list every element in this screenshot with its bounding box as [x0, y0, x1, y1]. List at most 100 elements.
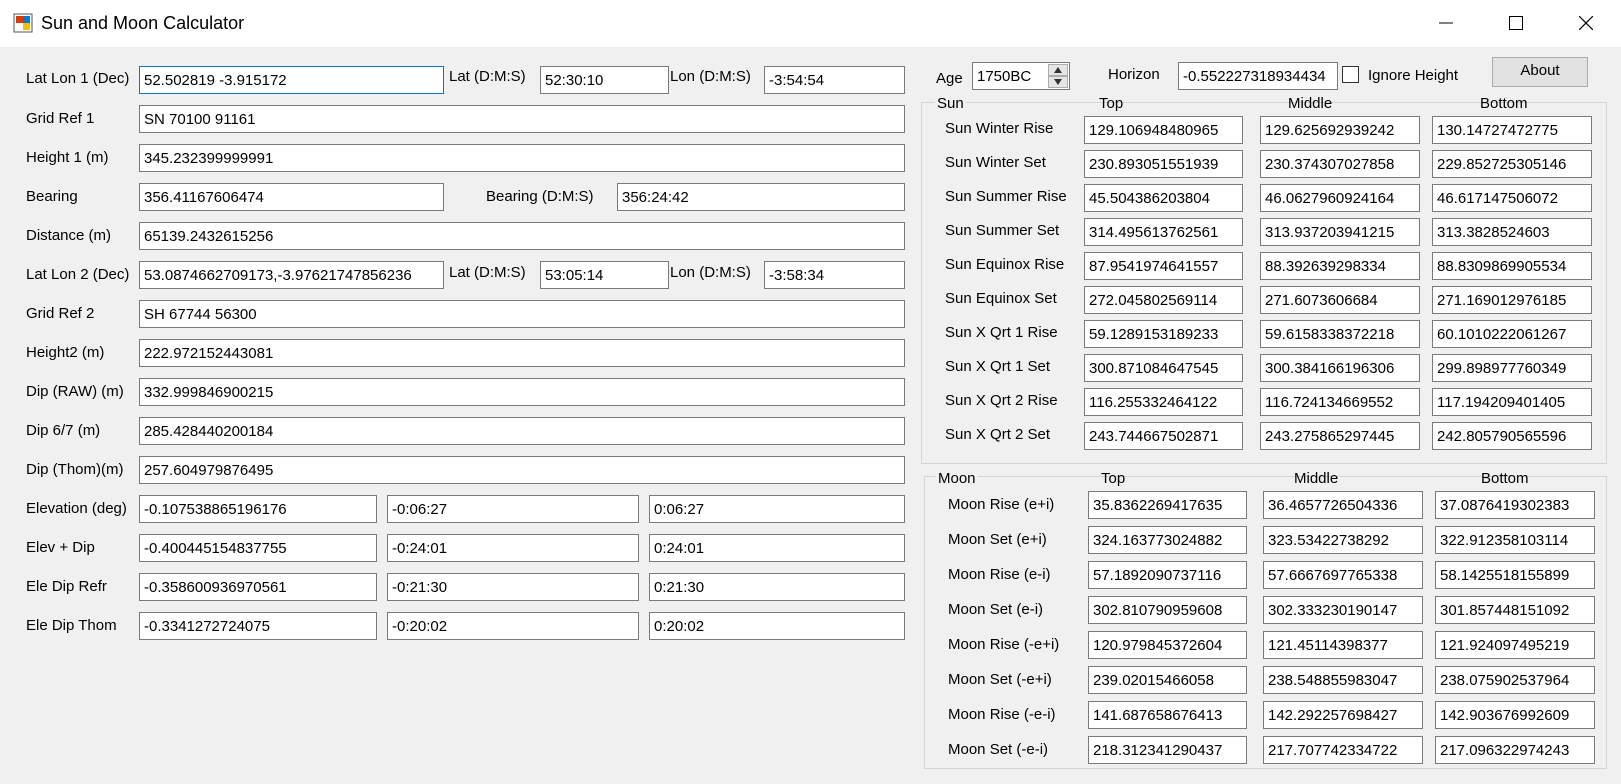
sun-middle-input[interactable]	[1260, 218, 1420, 246]
horizon-input[interactable]	[1178, 62, 1338, 90]
dip-raw-input[interactable]	[139, 378, 905, 406]
sun-top-input[interactable]	[1084, 252, 1243, 280]
sun-middle-input[interactable]	[1260, 388, 1420, 416]
sun-bottom-input[interactable]	[1432, 320, 1592, 348]
sun-bottom-input[interactable]	[1432, 422, 1592, 450]
moon-bottom-input[interactable]	[1435, 666, 1595, 694]
moon-top-input[interactable]	[1088, 701, 1247, 729]
sun-bottom-input[interactable]	[1432, 150, 1592, 178]
lat-lon-1-input[interactable]	[139, 66, 444, 94]
grid-ref-1-input[interactable]	[139, 105, 905, 133]
sun-top-input[interactable]	[1084, 320, 1243, 348]
sun-top-input[interactable]	[1084, 184, 1243, 212]
lon-dms-2-input[interactable]	[764, 261, 905, 289]
sun-top-input[interactable]	[1084, 286, 1243, 314]
sun-bottom-input[interactable]	[1432, 116, 1592, 144]
sun-top-input[interactable]	[1084, 150, 1243, 178]
elev-row-dms-input[interactable]	[387, 573, 639, 601]
moon-middle-input[interactable]	[1263, 666, 1423, 694]
moon-middle-input[interactable]	[1263, 736, 1423, 764]
lat-dms-1-input[interactable]	[540, 66, 669, 94]
moon-bottom-input[interactable]	[1435, 561, 1595, 589]
sun-middle-input[interactable]	[1260, 286, 1420, 314]
elev-row-dms-input[interactable]	[387, 612, 639, 640]
sun-top-input[interactable]	[1084, 388, 1243, 416]
sun-top-input[interactable]	[1084, 218, 1243, 246]
sun-bottom-input[interactable]	[1432, 354, 1592, 382]
sun-row-label: Sun X Qrt 2 Set	[945, 426, 1051, 443]
height-1-label: Height 1 (m)	[26, 149, 109, 166]
moon-top-input[interactable]	[1088, 736, 1247, 764]
grid-ref-2-input[interactable]	[139, 300, 905, 328]
minimize-button[interactable]	[1411, 0, 1481, 47]
distance-input[interactable]	[139, 222, 905, 250]
ignore-height-checkbox[interactable]	[1342, 66, 1359, 83]
dip-67-input[interactable]	[139, 417, 905, 445]
moon-bottom-input[interactable]	[1435, 596, 1595, 624]
elev-row-decimal-input[interactable]	[139, 573, 377, 601]
moon-col-bottom: Bottom	[1481, 470, 1529, 487]
height-2-input[interactable]	[139, 339, 905, 367]
sun-bottom-input[interactable]	[1432, 184, 1592, 212]
bearing-input[interactable]	[139, 183, 444, 211]
elev-row-decimal-input[interactable]	[139, 495, 377, 523]
sun-middle-input[interactable]	[1260, 252, 1420, 280]
age-spin-up[interactable]	[1048, 64, 1068, 76]
elev-row-decimal-input[interactable]	[139, 612, 377, 640]
elev-row-dms-input[interactable]	[387, 495, 639, 523]
close-icon	[1579, 16, 1593, 30]
lon-dms-1-input[interactable]	[764, 66, 905, 94]
bearing-dms-input[interactable]	[617, 183, 905, 211]
moon-top-input[interactable]	[1088, 666, 1247, 694]
moon-bottom-input[interactable]	[1435, 701, 1595, 729]
sun-middle-input[interactable]	[1260, 354, 1420, 382]
moon-top-input[interactable]	[1088, 561, 1247, 589]
elev-row-abs-input[interactable]	[649, 573, 905, 601]
moon-middle-input[interactable]	[1263, 631, 1423, 659]
sun-middle-input[interactable]	[1260, 184, 1420, 212]
moon-middle-input[interactable]	[1263, 526, 1423, 554]
sun-bottom-input[interactable]	[1432, 252, 1592, 280]
lat-lon-2-input[interactable]	[139, 261, 444, 289]
age-spin-down[interactable]	[1048, 76, 1068, 88]
sun-top-input[interactable]	[1084, 116, 1243, 144]
moon-middle-input[interactable]	[1263, 491, 1423, 519]
sun-middle-input[interactable]	[1260, 320, 1420, 348]
sun-bottom-input[interactable]	[1432, 286, 1592, 314]
moon-middle-input[interactable]	[1263, 596, 1423, 624]
elev-row-label: Elevation (deg)	[26, 500, 127, 517]
sun-col-bottom: Bottom	[1480, 95, 1528, 112]
moon-bottom-input[interactable]	[1435, 631, 1595, 659]
elev-row-label: Ele Dip Refr	[26, 578, 107, 595]
age-spinner[interactable]	[972, 62, 1070, 90]
moon-top-input[interactable]	[1088, 596, 1247, 624]
moon-top-input[interactable]	[1088, 526, 1247, 554]
moon-middle-input[interactable]	[1263, 701, 1423, 729]
dip-thom-input[interactable]	[139, 456, 905, 484]
sun-top-input[interactable]	[1084, 354, 1243, 382]
sun-middle-input[interactable]	[1260, 150, 1420, 178]
sun-row-label: Sun Winter Rise	[945, 120, 1054, 137]
elev-row-abs-input[interactable]	[649, 495, 905, 523]
sun-bottom-input[interactable]	[1432, 218, 1592, 246]
elev-row-dms-input[interactable]	[387, 534, 639, 562]
maximize-button[interactable]	[1481, 0, 1551, 47]
sun-bottom-input[interactable]	[1432, 388, 1592, 416]
moon-bottom-input[interactable]	[1435, 736, 1595, 764]
elev-row-abs-input[interactable]	[649, 534, 905, 562]
elev-row-decimal-input[interactable]	[139, 534, 377, 562]
moon-bottom-input[interactable]	[1435, 526, 1595, 554]
close-button[interactable]	[1551, 0, 1621, 47]
age-input[interactable]	[973, 63, 1057, 89]
elev-row-abs-input[interactable]	[649, 612, 905, 640]
sun-middle-input[interactable]	[1260, 116, 1420, 144]
sun-middle-input[interactable]	[1260, 422, 1420, 450]
lat-dms-2-input[interactable]	[540, 261, 669, 289]
moon-middle-input[interactable]	[1263, 561, 1423, 589]
moon-top-input[interactable]	[1088, 491, 1247, 519]
height-1-input[interactable]	[139, 144, 905, 172]
about-button[interactable]: About	[1492, 57, 1588, 87]
sun-top-input[interactable]	[1084, 422, 1243, 450]
moon-bottom-input[interactable]	[1435, 491, 1595, 519]
moon-top-input[interactable]	[1088, 631, 1247, 659]
